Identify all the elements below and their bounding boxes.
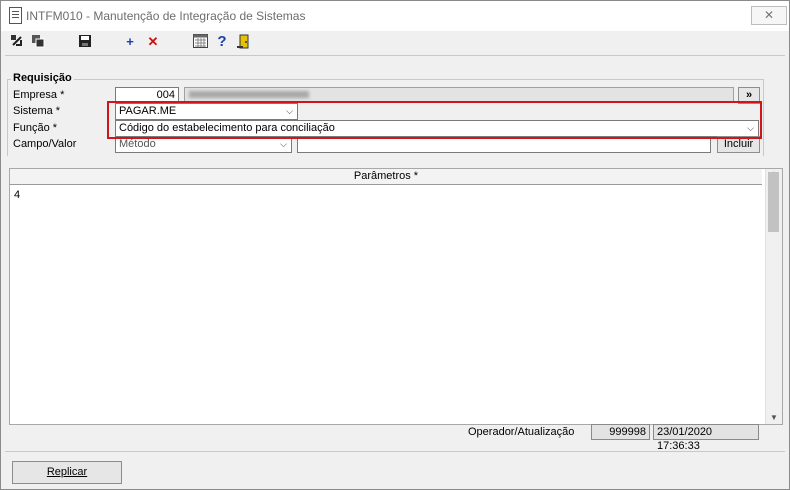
document-icon [9,7,22,24]
campo-valor-label: Campo/Valor [13,138,77,150]
calendar-icon[interactable] [192,34,208,50]
scroll-down-icon[interactable]: ▼ [770,413,778,422]
parametros-grid[interactable]: Parâmetros * 4 ▲ ▼ [9,168,783,425]
main-window: INTFM010 - Manutenção de Integração de S… [0,0,790,490]
sistema-label: Sistema * [13,105,61,117]
grid-cell[interactable]: 4 [14,189,20,201]
operator-field: 999998 [591,424,650,440]
highlight-box [107,101,762,139]
toolbar: + ✕ ? [1,31,789,55]
blurred-company-name [189,91,309,98]
copy-icon[interactable] [30,34,46,50]
funcao-label: Função * [13,122,58,134]
chevron-down-icon: ⌵ [280,139,287,149]
empresa-label: Empresa * [13,89,65,101]
parametros-header: Parâmetros * [10,169,762,185]
toolbar-divider [5,55,785,56]
add-icon[interactable]: + [122,34,138,50]
footer-divider [5,451,785,452]
vertical-scrollbar[interactable]: ▲ ▼ [765,169,782,424]
first-icon[interactable] [9,34,25,50]
scroll-thumb[interactable] [768,172,779,232]
save-icon[interactable] [77,34,93,50]
operador-atualizacao-label: Operador/Atualização [468,426,575,438]
exit-icon[interactable] [236,34,252,50]
title-bar: INTFM010 - Manutenção de Integração de S… [1,1,789,31]
updated-field: 23/01/2020 17:36:33 [653,424,759,452]
delete-icon[interactable]: ✕ [145,34,161,50]
replicar-button[interactable]: Replicar [12,461,122,484]
requisicao-title: Requisição [11,72,74,84]
window-title: INTFM010 - Manutenção de Integração de S… [26,9,306,23]
close-button[interactable]: ✕ [751,6,787,25]
campo-value: Método [119,138,156,150]
help-icon[interactable]: ? [214,34,230,50]
